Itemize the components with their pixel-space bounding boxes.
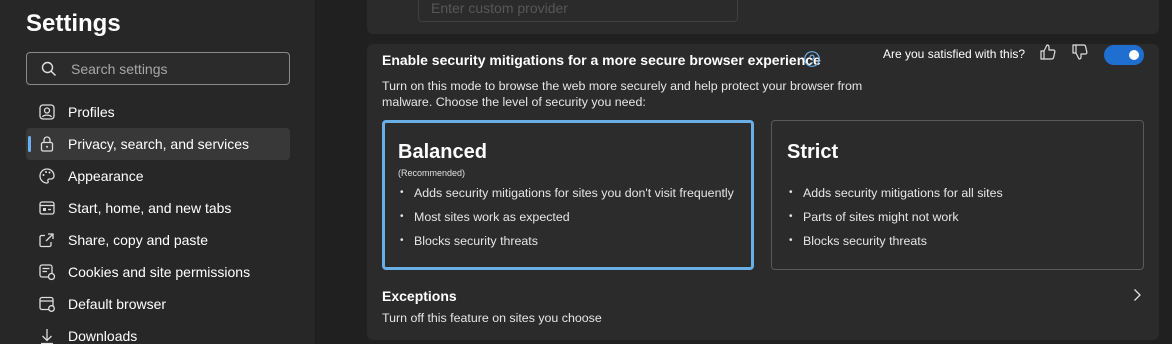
page-title: Settings [26, 10, 121, 37]
feedback-question: Are you satisfied with this? [883, 47, 1026, 61]
thumbs-down-icon[interactable] [1071, 43, 1089, 61]
sidebar-item-label: Downloads [68, 328, 138, 344]
home-tabs-icon [38, 199, 56, 217]
settings-window: Settings Profiles Privacy, [0, 0, 1172, 344]
sidebar-item-downloads[interactable]: Downloads [26, 320, 290, 344]
search-icon [41, 61, 57, 77]
palette-icon [38, 167, 56, 185]
profile-icon [38, 103, 56, 121]
strict-title: Strict [787, 141, 839, 163]
sidebar-item-label: Profiles [68, 104, 115, 120]
sidebar-item-label: Privacy, search, and services [68, 136, 250, 152]
balanced-option-card[interactable]: Balanced (Recommended) Adds security mit… [382, 120, 754, 270]
sidebar-item-profiles[interactable]: Profiles [26, 96, 290, 128]
sidebar-item-share[interactable]: Share, copy and paste [26, 224, 290, 256]
security-mitigations-title: Enable security mitigations for a more s… [382, 52, 821, 68]
sidebar-item-privacy[interactable]: Privacy, search, and services [26, 128, 290, 160]
sidebar-item-appearance[interactable]: Appearance [26, 160, 290, 192]
sidebar-item-label: Cookies and site permissions [68, 264, 251, 280]
sidebar-item-cookies[interactable]: Cookies and site permissions [26, 256, 290, 288]
help-icon[interactable] [803, 50, 821, 68]
custom-provider-input[interactable] [418, 0, 738, 22]
search-input[interactable] [71, 59, 281, 79]
sidebar-item-label: Start, home, and new tabs [68, 200, 232, 216]
browser-icon [38, 295, 56, 313]
thumbs-up-icon[interactable] [1039, 43, 1057, 61]
security-mitigations-description: Turn on this mode to browse the web more… [382, 79, 863, 109]
sidebar-item-label: Default browser [68, 296, 167, 312]
toggle-knob [1129, 50, 1139, 60]
sidebar-item-default-browser[interactable]: Default browser [26, 288, 290, 320]
sidebar: Settings Profiles Privacy, [0, 0, 316, 344]
exceptions-description: Turn off this feature on sites you choos… [382, 311, 602, 325]
sidebar-item-label: Share, copy and paste [68, 232, 209, 248]
lock-icon [38, 135, 56, 153]
security-mitigations-toggle[interactable] [1104, 45, 1144, 65]
list-item: Parts of sites might not work [787, 209, 1003, 233]
list-item: Most sites work as expected [398, 209, 734, 233]
sidebar-nav: Profiles Privacy, search, and services A… [26, 96, 290, 344]
download-icon [38, 327, 56, 344]
sidebar-item-label: Appearance [68, 168, 144, 184]
list-item: Blocks security threats [787, 233, 1003, 257]
search-box[interactable] [26, 52, 290, 85]
recommended-label: (Recommended) [398, 168, 466, 178]
strict-bullet-list: Adds security mitigations for all sites … [787, 185, 1003, 257]
list-item: Adds security mitigations for all sites [787, 185, 1003, 209]
strict-option-card[interactable]: Strict Adds security mitigations for all… [771, 120, 1144, 270]
list-item: Adds security mitigations for sites you … [398, 185, 734, 209]
balanced-title: Balanced [398, 141, 487, 163]
exceptions-title[interactable]: Exceptions [382, 288, 457, 304]
share-icon [38, 231, 56, 249]
chevron-right-icon[interactable] [1130, 288, 1144, 302]
sidebar-item-start-home[interactable]: Start, home, and new tabs [26, 192, 290, 224]
cookies-icon [38, 263, 56, 281]
balanced-bullet-list: Adds security mitigations for sites you … [398, 185, 734, 257]
list-item: Blocks security threats [398, 233, 734, 257]
